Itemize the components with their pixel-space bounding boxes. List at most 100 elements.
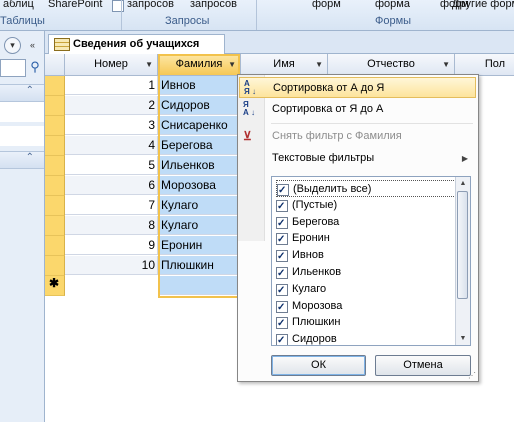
cell-nomer[interactable]: 6	[65, 176, 158, 195]
vertical-scrollbar[interactable]: ▲ ▼	[455, 177, 470, 345]
chevron-down-icon[interactable]: ▼	[228, 54, 236, 75]
filter-value-label: Еронин	[292, 232, 330, 245]
text-filters-label: Текстовые фильтры	[272, 152, 375, 164]
filter-value-item[interactable]: Еронин	[276, 230, 456, 248]
resize-grip-icon[interactable]: ⋰	[468, 371, 476, 380]
filter-value-item[interactable]: (Выделить все)	[276, 180, 456, 199]
scroll-up-icon[interactable]: ▲	[456, 177, 470, 190]
cell-familiya[interactable]: Ивнов	[158, 76, 241, 95]
ribbon-cmd-sharepoint[interactable]: SharePoint	[48, 0, 102, 10]
table-icon	[54, 38, 70, 51]
cell-familiya[interactable]: Снисаренко	[158, 116, 241, 135]
nav-group-header[interactable]: ⌃	[0, 151, 44, 169]
text-filters-item[interactable]: Текстовые фильтры ▶	[239, 148, 476, 169]
record-selector[interactable]	[45, 116, 65, 136]
sort-ascending-icon: АЯ ↓	[244, 79, 256, 96]
checkbox-checked-icon[interactable]	[276, 231, 288, 248]
checkbox-checked-icon[interactable]	[276, 315, 288, 332]
scrollbar-thumb[interactable]	[457, 191, 468, 299]
tab-student-info[interactable]: Сведения об учащихся	[48, 34, 225, 54]
cell-familiya[interactable]: Ильенков	[158, 156, 241, 175]
filter-value-item[interactable]: Берегова	[276, 214, 456, 232]
chevron-down-icon[interactable]: ▼	[442, 54, 450, 75]
checkbox-checked-icon[interactable]	[276, 265, 288, 282]
cell-nomer[interactable]: 8	[65, 216, 158, 235]
cancel-button[interactable]: Отмена	[375, 355, 471, 376]
record-selector[interactable]	[45, 256, 65, 276]
checkbox-checked-icon[interactable]	[277, 182, 289, 199]
filter-value-label: Морозова	[292, 299, 343, 312]
checkbox-checked-icon[interactable]	[276, 198, 288, 215]
cell-nomer[interactable]: 5	[65, 156, 158, 175]
nav-menu-icon[interactable]: ▾	[4, 37, 21, 54]
cell-nomer[interactable]: 9	[65, 236, 158, 255]
select-all-corner[interactable]	[45, 54, 65, 76]
filter-value-item[interactable]: Ивнов	[276, 247, 456, 265]
checkbox-checked-icon[interactable]	[276, 248, 288, 265]
filter-value-item[interactable]: Морозова	[276, 298, 456, 316]
column-header-pol[interactable]: Пол	[455, 54, 514, 76]
ribbon-cmd-query-wizard[interactable]: запросов	[127, 0, 174, 10]
record-selector[interactable]	[45, 196, 65, 216]
tab-label: Сведения об учащихся	[73, 38, 200, 50]
record-selector[interactable]	[45, 136, 65, 156]
cell-nomer[interactable]: 3	[65, 116, 158, 135]
column-header-imya[interactable]: Имя ▼	[241, 54, 328, 76]
cell-nomer[interactable]: 2	[65, 96, 158, 115]
ribbon-cmd-form[interactable]: форм	[312, 0, 341, 10]
record-selector[interactable]	[45, 236, 65, 256]
checkbox-checked-icon[interactable]	[276, 299, 288, 316]
new-record-cell[interactable]	[158, 276, 241, 295]
record-selector[interactable]	[45, 156, 65, 176]
record-selector[interactable]	[45, 96, 65, 116]
column-header-label: Фамилия	[175, 58, 223, 70]
column-header-familiya[interactable]: Фамилия ▼	[158, 54, 241, 76]
scroll-down-icon[interactable]: ▼	[456, 332, 470, 345]
cell-nomer[interactable]: 4	[65, 136, 158, 155]
nav-item[interactable]	[0, 126, 44, 146]
document-tabs: Сведения об учащихся	[45, 31, 514, 54]
sort-ascending-item[interactable]: АЯ ↓ Сортировка от А до Я	[239, 77, 476, 98]
collapse-icon: ⌃	[25, 152, 34, 163]
chevron-down-icon[interactable]: ▼	[145, 54, 153, 75]
ribbon-cmd-blank-form[interactable]: форма	[375, 0, 410, 10]
filter-value-item[interactable]: Ильенков	[276, 264, 456, 282]
cell-familiya[interactable]: Сидоров	[158, 96, 241, 115]
nav-item[interactable]	[0, 102, 44, 122]
column-filter-menu: АЯ ↓ Сортировка от А до Я ЯА ↓ Сортировк…	[237, 74, 479, 382]
filter-value-item[interactable]: Сидоров	[276, 331, 456, 345]
record-selector[interactable]	[45, 76, 65, 96]
cell-familiya[interactable]: Берегова	[158, 136, 241, 155]
checkbox-checked-icon[interactable]	[276, 282, 288, 299]
record-selector[interactable]	[45, 176, 65, 196]
cell-familiya[interactable]: Еронин	[158, 236, 241, 255]
ribbon-cmd-more-forms[interactable]: Другие формы	[452, 0, 514, 10]
ribbon-cmd-tables[interactable]: аблиц	[3, 0, 34, 10]
cell-familiya[interactable]: Плюшкин	[158, 256, 241, 275]
record-selector[interactable]	[45, 216, 65, 236]
sort-descending-item[interactable]: ЯА ↓ Сортировка от Я до А	[239, 99, 476, 120]
cell-familiya[interactable]: Кулаго	[158, 216, 241, 235]
nav-group-header[interactable]: ⌃	[0, 84, 44, 102]
cell-nomer[interactable]: 7	[65, 196, 158, 215]
checkbox-checked-icon[interactable]	[276, 332, 288, 345]
collapse-pane-icon[interactable]: «	[24, 37, 41, 54]
cell-familiya[interactable]: Морозова	[158, 176, 241, 195]
filter-values-list[interactable]: (Выделить все) (Пустые) Берегова Еронин Ивно…	[271, 176, 471, 346]
chevron-down-icon[interactable]: ▼	[315, 54, 323, 75]
column-header-otchestvo[interactable]: Отчество ▼	[328, 54, 455, 76]
column-header-nomer[interactable]: Номер ▼	[65, 54, 158, 76]
cell-nomer[interactable]: 1	[65, 76, 158, 95]
checkbox-checked-icon[interactable]	[276, 215, 288, 232]
filter-value-item[interactable]: (Пустые)	[276, 197, 456, 215]
search-icon[interactable]: ⚲	[27, 59, 43, 75]
cell-nomer[interactable]: 10	[65, 256, 158, 275]
cell-familiya[interactable]: Кулаго	[158, 196, 241, 215]
filter-value-item[interactable]: Плюшкин	[276, 314, 456, 332]
ok-button[interactable]: ОК	[271, 355, 366, 376]
nav-search-input[interactable]	[0, 59, 26, 77]
clear-filter-item[interactable]: ⊻ Снять фильтр с Фамилия	[239, 126, 476, 147]
ribbon-cmd-query-design[interactable]: запросов	[190, 0, 237, 10]
ribbon-separator	[121, 0, 122, 30]
filter-value-item[interactable]: Кулаго	[276, 281, 456, 299]
